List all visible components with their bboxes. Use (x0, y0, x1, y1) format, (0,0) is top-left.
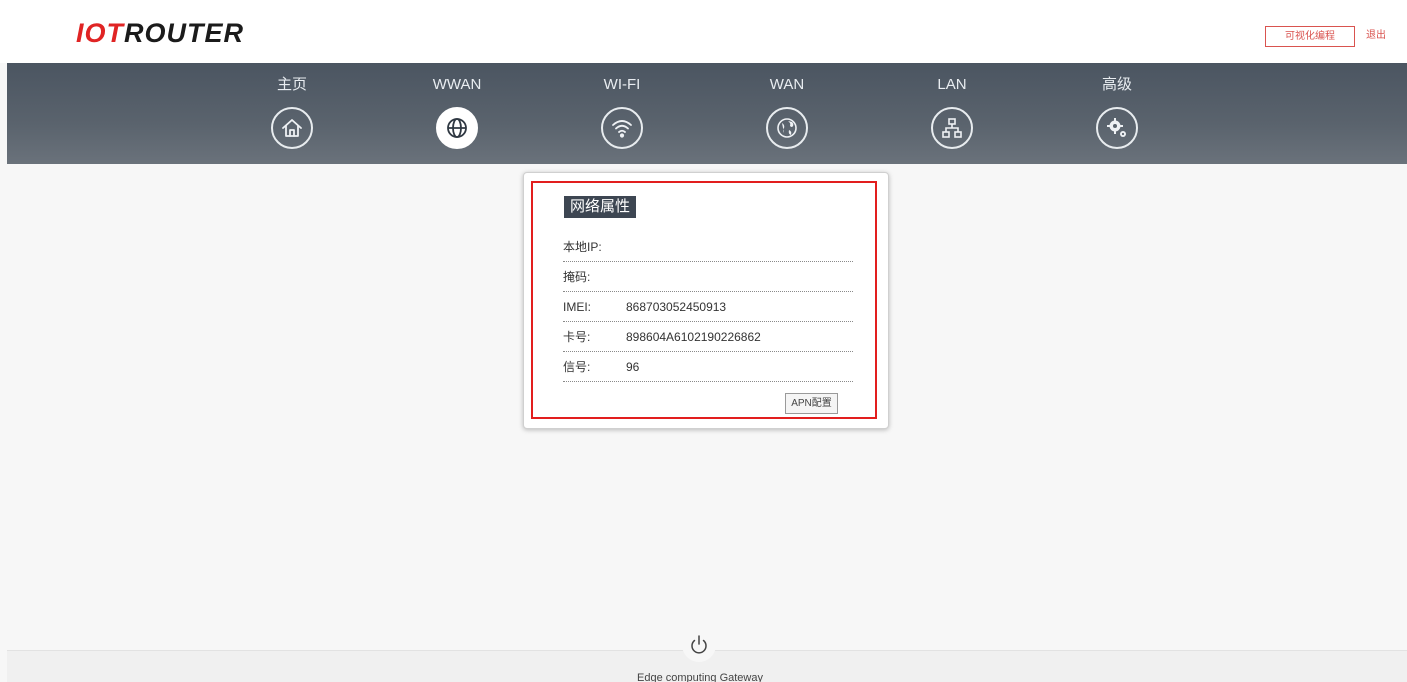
network-properties-panel: 网络属性 本地IP: 掩码: IMEI: 868703052450913 卡号:… (523, 172, 889, 429)
home-icon[interactable] (271, 107, 313, 149)
row-value: 898604A6102190226862 (626, 330, 761, 344)
logout-link[interactable]: 退出 (1366, 29, 1386, 43)
logo: IOTROUTER (76, 18, 244, 48)
logo-part-iot: IOT (76, 18, 124, 48)
row-label: 卡号: (563, 330, 591, 344)
row-card-number: 卡号: 898604A6102190226862 (563, 322, 853, 352)
nav-label-wan: WAN (769, 76, 805, 93)
top-bar: IOTROUTER 可视化编程 退出 (0, 0, 1407, 63)
row-signal: 信号: 96 (563, 352, 853, 382)
row-value: 868703052450913 (626, 300, 727, 314)
nav-item-wan[interactable]: WAN (742, 63, 832, 164)
panel-highlight-border: 网络属性 本地IP: 掩码: IMEI: 868703052450913 卡号:… (531, 181, 877, 419)
row-local-ip: 本地IP: (563, 232, 853, 262)
row-mask: 掩码: (563, 262, 853, 292)
row-label: 信号: (563, 360, 591, 374)
globe-icon[interactable] (436, 107, 478, 149)
network-icon[interactable] (931, 107, 973, 149)
row-value: 96 (626, 360, 640, 374)
nav-item-lan[interactable]: LAN (907, 63, 997, 164)
apn-config-button[interactable]: APN配置 (785, 393, 838, 414)
nav-label-advanced: 高级 (1101, 76, 1132, 93)
footer-text: Edge computing Gateway (637, 672, 763, 682)
visual-programming-button[interactable]: 可视化编程 (1265, 26, 1355, 47)
gears-icon[interactable] (1096, 107, 1138, 149)
row-label: IMEI: (563, 300, 592, 314)
nav-item-wwan[interactable]: WWAN (412, 63, 502, 164)
power-icon[interactable] (682, 628, 716, 662)
row-label: 掩码: (563, 270, 591, 284)
nav-item-home[interactable]: 主页 (247, 63, 337, 164)
nav-label-home: 主页 (276, 76, 307, 93)
earth-icon[interactable] (766, 107, 808, 149)
nav-label-lan: LAN (937, 76, 967, 93)
nav-label-wifi: WI-FI (603, 76, 641, 93)
nav-item-advanced[interactable]: 高级 (1072, 63, 1162, 164)
main-nav: 主页 WWAN WI-FI WAN LAN 高级 (7, 63, 1407, 164)
nav-item-wifi[interactable]: WI-FI (577, 63, 667, 164)
panel-title: 网络属性 (564, 196, 637, 218)
row-label: 本地IP: (563, 240, 602, 254)
row-imei: IMEI: 868703052450913 (563, 292, 853, 322)
logo-part-router: ROUTER (124, 18, 244, 48)
nav-label-wwan: WWAN (432, 76, 482, 93)
wifi-icon[interactable] (601, 107, 643, 149)
